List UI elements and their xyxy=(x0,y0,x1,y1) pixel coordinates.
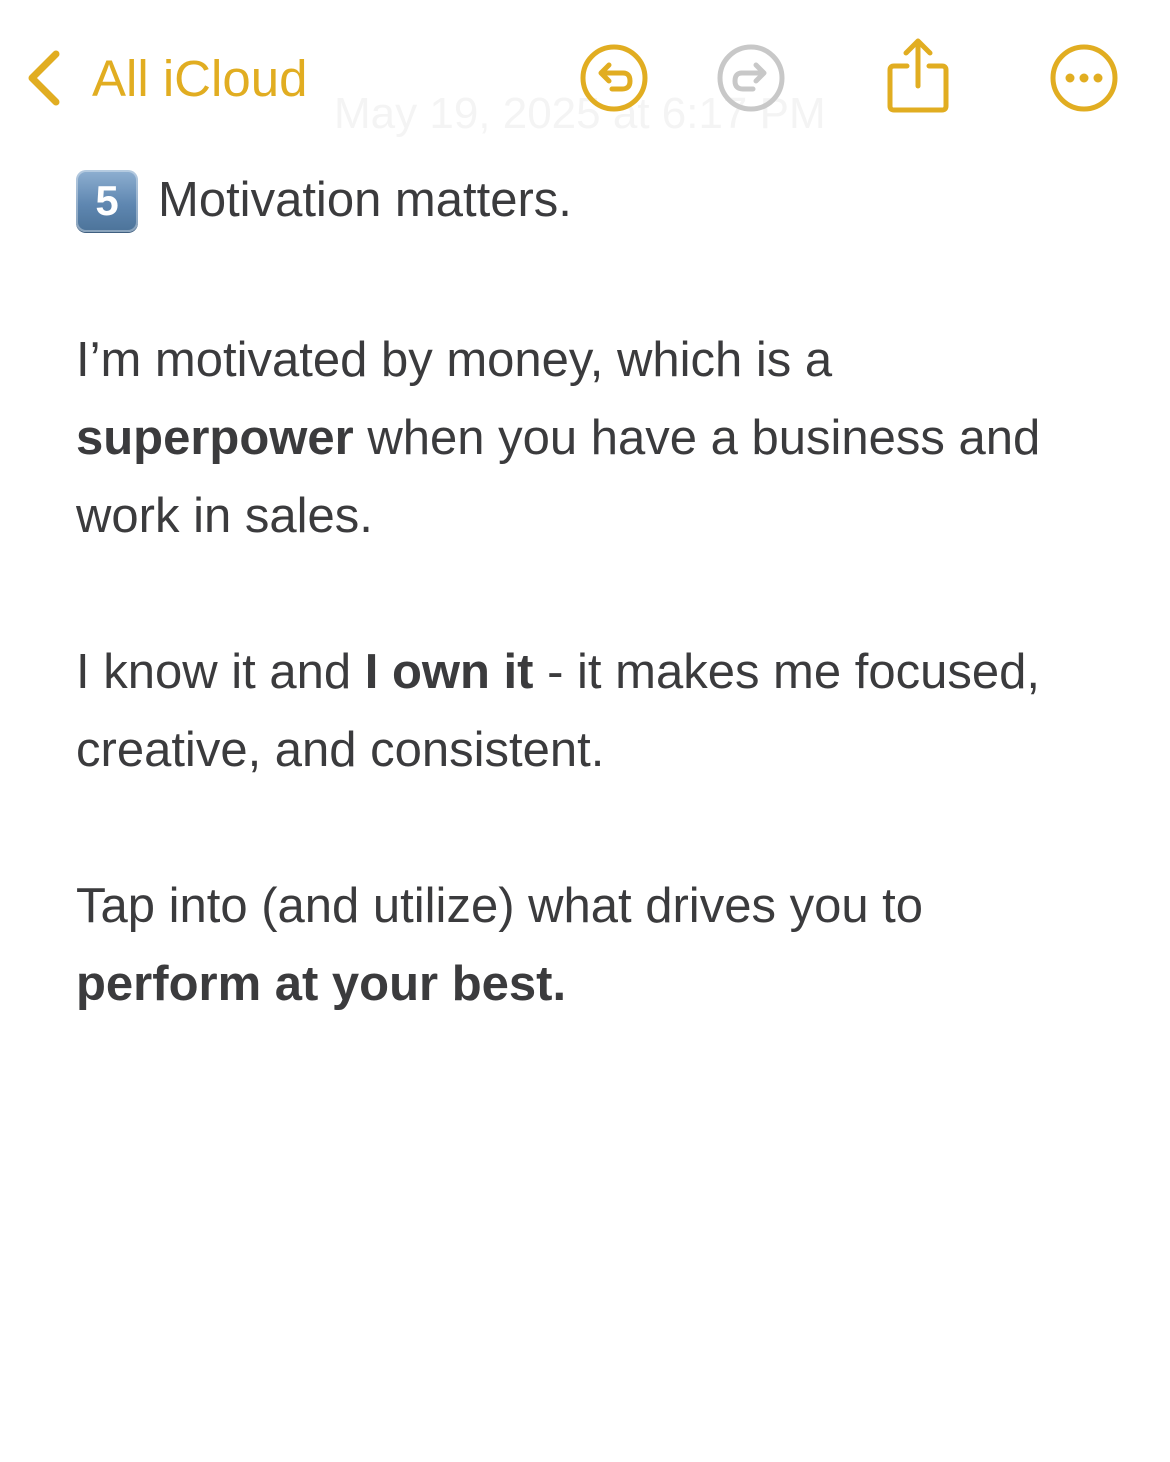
paragraph-2-bold-a: I own it xyxy=(364,645,534,699)
ellipsis-circle-icon xyxy=(1050,44,1118,112)
note-heading: 5 Motivation matters. xyxy=(76,166,1116,234)
note-paragraph-3: Tap into (and utilize) what drives you t… xyxy=(76,867,1116,1023)
paragraph-2-text-a: I know it and xyxy=(76,645,365,699)
paragraph-3-text-a: Tap into (and utilize) what drives you t… xyxy=(76,879,924,933)
paragraph-3-bold-a: perform at your best. xyxy=(76,957,567,1011)
note-body[interactable]: 5 Motivation matters. I’m motivated by m… xyxy=(76,166,1116,1101)
redo-button[interactable] xyxy=(715,42,787,114)
note-paragraph-2: I know it and I own it - it makes me foc… xyxy=(76,633,1116,789)
share-icon xyxy=(887,38,949,113)
redo-icon xyxy=(717,44,785,112)
undo-icon xyxy=(580,44,648,112)
undo-button[interactable] xyxy=(578,42,650,114)
note-paragraph-1: I’m motivated by money, which is a super… xyxy=(76,321,1116,555)
paragraph-1-text-a: I’m motivated by money, which is a xyxy=(76,333,833,387)
note-heading-text: Motivation matters. xyxy=(158,173,572,227)
chevron-left-icon xyxy=(28,50,60,106)
paragraph-1-bold-a: superpower xyxy=(76,411,354,465)
share-button[interactable] xyxy=(880,36,956,114)
notes-screen: May 19, 2025 at 6:17 PM All iCloud 5 Mot… xyxy=(0,0,1170,1462)
more-button[interactable] xyxy=(1048,42,1120,114)
keycap-digit-five-emoji: 5 xyxy=(76,170,138,232)
back-button[interactable]: All iCloud xyxy=(22,40,307,116)
back-button-label: All iCloud xyxy=(92,49,308,107)
navigation-bar: May 19, 2025 at 6:17 PM All iCloud xyxy=(0,0,1170,160)
